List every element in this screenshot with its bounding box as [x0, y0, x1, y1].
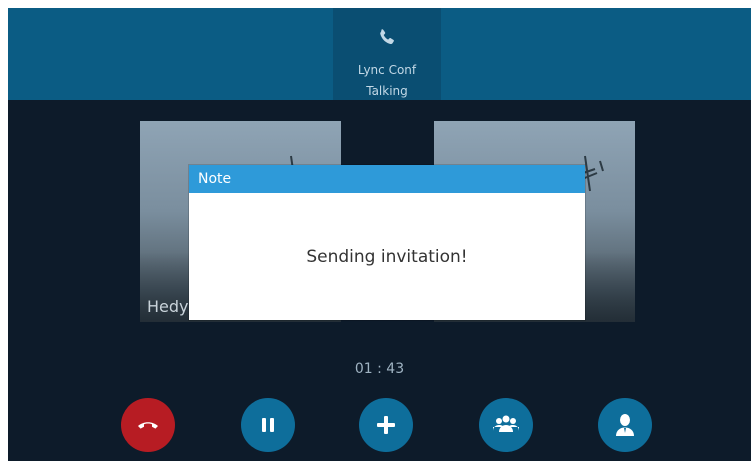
- add-call-button[interactable]: [359, 398, 413, 452]
- plus-icon: [377, 416, 395, 434]
- contact-icon: [616, 414, 634, 436]
- participant-name: Hedy: [147, 297, 189, 316]
- phone-icon: [380, 29, 394, 45]
- call-tab-lync-conf[interactable]: Lync Conf Talking: [333, 8, 441, 100]
- group-icon: [493, 415, 519, 432]
- end-call-icon: [138, 422, 158, 429]
- call-tab-name: Lync Conf: [357, 63, 417, 77]
- note-dialog[interactable]: Note Sending invitation!: [189, 165, 585, 320]
- dialog-title: Note: [189, 165, 585, 193]
- manage-participants-button[interactable]: [479, 398, 533, 452]
- top-bar: Lync Conf Talking: [8, 8, 751, 100]
- call-tab-status: Talking: [366, 84, 408, 98]
- contact-button[interactable]: [598, 398, 652, 452]
- call-screen: Lync Conf Talking Hedy 01 : 43 Note Send…: [8, 8, 751, 461]
- pause-icon: [262, 418, 274, 432]
- hold-button[interactable]: [241, 398, 295, 452]
- call-timer: 01 : 43: [354, 361, 405, 377]
- dialog-message: Sending invitation!: [306, 246, 468, 267]
- end-call-button[interactable]: [121, 398, 175, 452]
